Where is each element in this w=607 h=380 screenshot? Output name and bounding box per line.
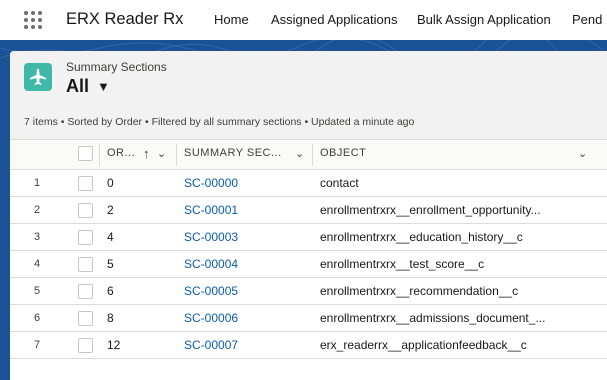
global-nav-bar: ERX Reader Rx Home Assigned Applications…: [0, 0, 607, 40]
order-cell: 6: [107, 284, 114, 298]
table-row[interactable]: 2 2 SC-00001 enrollmentrxrx__enrollment_…: [10, 197, 607, 224]
object-label: Summary Sections: [66, 60, 167, 74]
object-icon: [24, 63, 52, 91]
object-cell: enrollmentrxrx__enrollment_opportunity..…: [320, 203, 541, 217]
object-cell: enrollmentrxrx__education_history__c: [320, 230, 523, 244]
table-row[interactable]: 5 6 SC-00005 enrollmentrxrx__recommendat…: [10, 278, 607, 305]
nav-item-home[interactable]: Home: [214, 12, 249, 27]
order-cell: 8: [107, 311, 114, 325]
column-divider: [312, 144, 313, 166]
table-row[interactable]: 3 4 SC-00003 enrollmentrxrx__education_h…: [10, 224, 607, 251]
chevron-down-icon: ▼: [97, 79, 110, 94]
table-row[interactable]: 1 0 SC-00000 contact: [10, 170, 607, 197]
row-checkbox[interactable]: [78, 176, 93, 191]
list-view-switcher[interactable]: All ▼: [66, 76, 110, 97]
order-cell: 5: [107, 257, 114, 271]
sort-up-icon[interactable]: ↑: [143, 146, 150, 161]
order-cell: 0: [107, 176, 114, 190]
row-number: 3: [34, 231, 41, 243]
column-header-order[interactable]: OR...: [107, 147, 135, 159]
row-number: 2: [34, 204, 41, 216]
order-cell: 4: [107, 230, 114, 244]
row-number: 1: [34, 177, 41, 189]
nav-item-bulk-assign-application[interactable]: Bulk Assign Application: [417, 12, 551, 27]
row-number: 6: [34, 312, 41, 324]
row-checkbox[interactable]: [78, 203, 93, 218]
row-checkbox[interactable]: [78, 284, 93, 299]
summary-section-link[interactable]: SC-00007: [184, 338, 238, 352]
summary-section-link[interactable]: SC-00005: [184, 284, 238, 298]
column-divider: [99, 144, 100, 166]
object-cell: contact: [320, 176, 359, 190]
column-menu-chevron-down-icon[interactable]: ⌄: [295, 147, 304, 160]
row-number: 5: [34, 285, 41, 297]
object-cell: erx_readerrx__applicationfeedback__c: [320, 338, 527, 352]
table-row[interactable]: 6 8 SC-00006 enrollmentrxrx__admissions_…: [10, 305, 607, 332]
row-checkbox[interactable]: [78, 230, 93, 245]
object-cell: enrollmentrxrx__test_score__c: [320, 257, 485, 271]
row-checkbox[interactable]: [78, 311, 93, 326]
object-cell: enrollmentrxrx__admissions_document_...: [320, 311, 546, 325]
summary-section-link[interactable]: SC-00001: [184, 203, 238, 217]
order-cell: 12: [107, 338, 121, 352]
row-checkbox[interactable]: [78, 257, 93, 272]
nav-item-pending[interactable]: Pend: [572, 12, 602, 27]
summary-section-link[interactable]: SC-00003: [184, 230, 238, 244]
column-header-object[interactable]: OBJECT: [320, 147, 366, 159]
select-all-checkbox[interactable]: [78, 146, 93, 161]
order-cell: 2: [107, 203, 114, 217]
column-menu-chevron-down-icon[interactable]: ⌄: [157, 147, 166, 160]
list-status: 7 items • Sorted by Order • Filtered by …: [24, 116, 415, 128]
column-header-summary-section[interactable]: SUMMARY SEC...: [184, 147, 282, 159]
summary-section-link[interactable]: SC-00004: [184, 257, 238, 271]
column-divider: [176, 144, 177, 166]
summary-section-link[interactable]: SC-00006: [184, 311, 238, 325]
app-launcher-icon[interactable]: [24, 11, 42, 29]
row-checkbox[interactable]: [78, 338, 93, 353]
row-number: 7: [34, 339, 41, 351]
summary-section-link[interactable]: SC-00000: [184, 176, 238, 190]
list-view-name: All: [66, 76, 90, 96]
nav-item-assigned-applications[interactable]: Assigned Applications: [271, 12, 397, 27]
object-cell: enrollmentrxrx__recommendation__c: [320, 284, 519, 298]
app-name: ERX Reader Rx: [66, 10, 184, 28]
column-menu-chevron-down-icon[interactable]: ⌄: [578, 147, 587, 160]
table-row[interactable]: 7 12 SC-00007 erx_readerrx__applicationf…: [10, 332, 607, 359]
table-row[interactable]: 4 5 SC-00004 enrollmentrxrx__test_score_…: [10, 251, 607, 278]
row-number: 4: [34, 258, 41, 270]
